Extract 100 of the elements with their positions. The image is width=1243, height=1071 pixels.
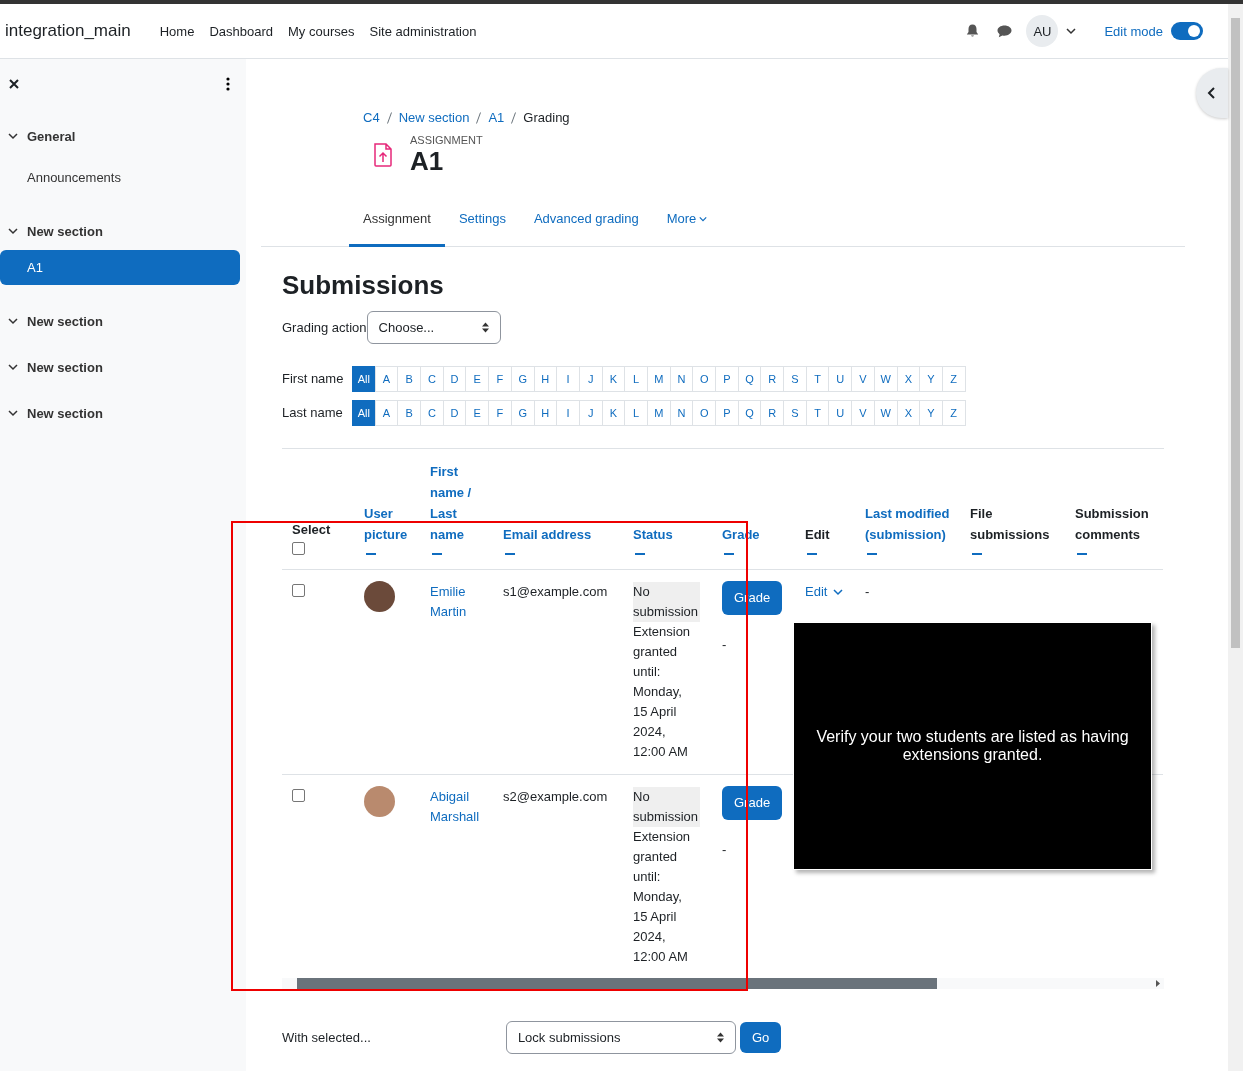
initial-filter-button[interactable]: W xyxy=(873,366,898,392)
nav-link[interactable]: Home xyxy=(159,23,195,39)
section-title[interactable]: New section xyxy=(27,313,103,329)
initial-filter-button[interactable]: E xyxy=(465,366,490,392)
select-all-checkbox[interactable] xyxy=(292,542,305,555)
initial-filter-button[interactable]: P xyxy=(715,400,739,426)
nav-link[interactable]: Site administration xyxy=(369,23,477,39)
initial-filter-button[interactable]: Y xyxy=(919,366,943,392)
breadcrumb-link[interactable]: New section xyxy=(398,110,470,125)
initial-filter-button[interactable]: K xyxy=(601,400,626,426)
initial-filter-button[interactable]: D xyxy=(442,366,467,392)
initial-filter-button[interactable]: T xyxy=(805,366,830,392)
horizontal-scrollbar[interactable] xyxy=(282,978,1164,989)
edit-mode-toggle[interactable] xyxy=(1171,22,1203,40)
vertical-scrollbar[interactable] xyxy=(1228,4,1243,1071)
initial-filter-button[interactable]: N xyxy=(669,400,694,426)
initial-filter-button[interactable]: I xyxy=(556,366,580,392)
initial-filter-button[interactable]: Q xyxy=(737,400,762,426)
bell-icon[interactable] xyxy=(966,24,980,38)
column-header[interactable]: User picture xyxy=(364,503,420,545)
bulk-action-select[interactable]: Lock submissions xyxy=(505,1021,736,1054)
nav-tab[interactable]: Assignment xyxy=(349,192,445,247)
breadcrumb-link[interactable]: A1 xyxy=(488,110,505,125)
more-tab[interactable]: More xyxy=(652,192,722,247)
column-header[interactable]: First name / Last name xyxy=(430,461,493,545)
initial-filter-button[interactable]: B xyxy=(397,366,422,392)
nav-tab[interactable]: Settings xyxy=(444,192,520,247)
initial-filter-button[interactable]: F xyxy=(488,366,512,392)
initial-filter-button[interactable]: O xyxy=(692,366,716,392)
initial-filter-button[interactable]: C xyxy=(420,400,444,426)
row-checkbox[interactable] xyxy=(292,584,305,597)
user-avatar[interactable]: AU xyxy=(1026,15,1059,47)
page-heading: Submissions xyxy=(282,269,445,301)
student-name-link[interactable]: Emilie Martin xyxy=(430,582,493,622)
initial-filter-button[interactable]: G xyxy=(510,366,535,392)
section-title[interactable]: New section xyxy=(27,405,103,421)
student-name-link[interactable]: Abigail Marshall xyxy=(430,787,493,827)
initial-filter-button[interactable]: G xyxy=(510,400,535,426)
filter-label: Last name xyxy=(282,404,344,420)
initial-filter-button[interactable]: Z xyxy=(941,400,966,426)
edit-menu[interactable]: Edit xyxy=(805,582,855,602)
initial-filter-button[interactable]: Q xyxy=(737,366,762,392)
kebab-menu-icon[interactable] xyxy=(226,77,230,91)
column-header[interactable]: Status xyxy=(633,524,712,545)
initial-filter-button[interactable]: B xyxy=(397,400,422,426)
initial-filter-button[interactable]: E xyxy=(465,400,490,426)
grading-action-select[interactable]: Choose... xyxy=(366,311,501,344)
initial-filter-button[interactable]: J xyxy=(578,366,603,392)
initial-filter-button[interactable]: M xyxy=(646,366,671,392)
initial-filter-button[interactable]: D xyxy=(442,400,467,426)
section-title[interactable]: General xyxy=(27,128,76,144)
sidebar-item[interactable]: A1 xyxy=(0,250,240,285)
breadcrumb-link[interactable]: C4 xyxy=(363,110,380,125)
initial-filter-button[interactable]: I xyxy=(556,400,580,426)
initial-filter-button[interactable]: J xyxy=(578,400,603,426)
nav-link[interactable]: Dashboard xyxy=(209,23,273,39)
extension-text: Extension granted until: Monday, 15 April 2024, 12:00 AM xyxy=(633,828,692,966)
section-title[interactable]: New section xyxy=(27,359,103,375)
initial-filter-button[interactable]: T xyxy=(805,400,830,426)
initial-filter-button[interactable]: All xyxy=(352,400,376,426)
initial-filter-button[interactable]: L xyxy=(624,366,648,392)
initial-filter-button[interactable]: Z xyxy=(941,366,966,392)
initial-filter-button[interactable]: X xyxy=(896,366,921,392)
initial-filter-button[interactable]: N xyxy=(669,366,694,392)
column-header[interactable]: Email address xyxy=(503,524,623,545)
scroll-right-arrow-icon[interactable] xyxy=(1156,980,1160,987)
initial-filter-button[interactable]: U xyxy=(828,366,853,392)
column-header[interactable]: Last modified (submission) xyxy=(865,503,960,545)
initial-filter-button[interactable]: V xyxy=(851,366,875,392)
initial-filter-button[interactable]: C xyxy=(420,366,444,392)
initial-filter-button[interactable]: A xyxy=(374,400,399,426)
close-icon[interactable] xyxy=(9,79,19,89)
nav-tab[interactable]: Advanced grading xyxy=(519,192,653,247)
site-name[interactable]: integration_main xyxy=(5,21,131,41)
initial-filter-button[interactable]: V xyxy=(851,400,875,426)
initial-filter-button[interactable]: P xyxy=(715,366,739,392)
initial-filter-button[interactable]: R xyxy=(760,366,785,392)
initial-filter-button[interactable]: All xyxy=(352,366,376,392)
initial-filter-button[interactable]: H xyxy=(533,400,558,426)
initial-filter-button[interactable]: U xyxy=(828,400,853,426)
nav-link[interactable]: My courses xyxy=(288,23,355,39)
go-button[interactable]: Go xyxy=(739,1022,782,1053)
initial-filter-button[interactable]: A xyxy=(374,366,399,392)
initial-filter-button[interactable]: H xyxy=(533,366,558,392)
initial-filter-button[interactable]: S xyxy=(783,366,807,392)
section-title[interactable]: New section xyxy=(27,223,103,239)
initial-filter-button[interactable]: Y xyxy=(919,400,943,426)
initial-filter-button[interactable]: L xyxy=(624,400,648,426)
row-checkbox[interactable] xyxy=(292,789,305,802)
chat-icon[interactable] xyxy=(997,24,1013,38)
initial-filter-button[interactable]: M xyxy=(646,400,671,426)
drawer-toggle-button[interactable] xyxy=(1196,68,1228,118)
initial-filter-button[interactable]: S xyxy=(783,400,807,426)
sidebar-item[interactable]: Announcements xyxy=(0,160,240,195)
initial-filter-button[interactable]: W xyxy=(873,400,898,426)
initial-filter-button[interactable]: F xyxy=(488,400,512,426)
initial-filter-button[interactable]: R xyxy=(760,400,785,426)
initial-filter-button[interactable]: X xyxy=(896,400,921,426)
initial-filter-button[interactable]: K xyxy=(601,366,626,392)
initial-filter-button[interactable]: O xyxy=(692,400,716,426)
